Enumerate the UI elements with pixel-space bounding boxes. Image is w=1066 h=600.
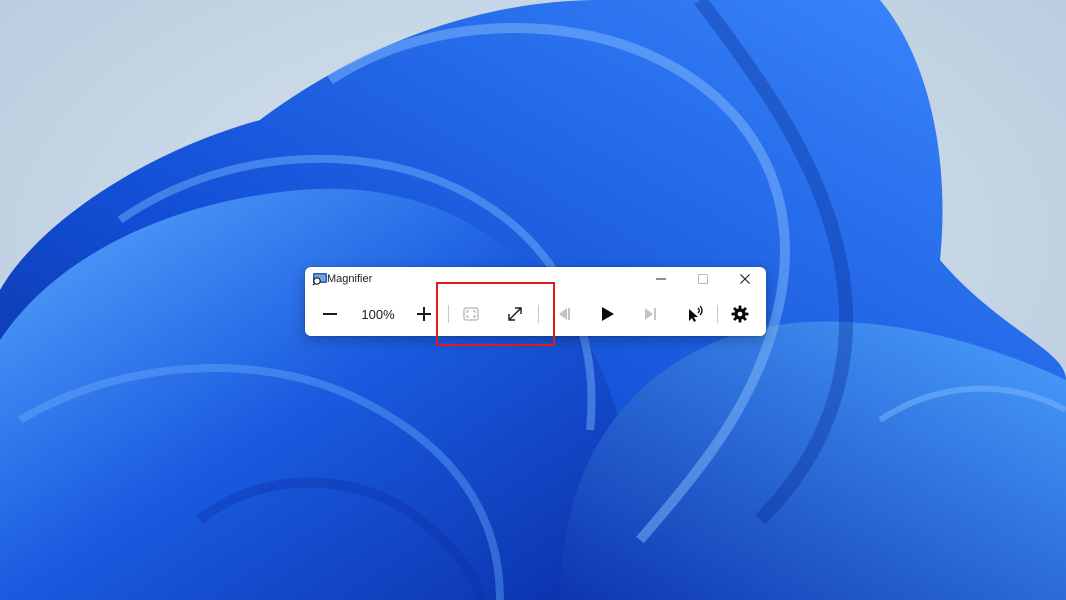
next-button[interactable]: [634, 298, 666, 330]
close-button[interactable]: [725, 267, 765, 291]
settings-button[interactable]: [724, 298, 756, 330]
close-icon: [740, 274, 750, 284]
zoom-level: 100%: [361, 306, 395, 322]
window-title: Magnifier: [327, 273, 373, 285]
toolbar-separator: [717, 305, 718, 323]
highlight-annotation-box: [436, 282, 555, 346]
pointer-speak-icon: [689, 305, 703, 322]
gear-icon: [731, 305, 749, 323]
previous-icon: [559, 308, 570, 320]
play-icon: [602, 307, 614, 321]
minimize-button[interactable]: [641, 267, 681, 291]
minimize-icon: [656, 278, 666, 280]
magnifier-app-icon: [312, 273, 327, 286]
zoom-out-button[interactable]: [314, 298, 346, 330]
next-icon: [645, 308, 656, 320]
read-from-here-button[interactable]: [679, 298, 711, 330]
minus-icon: [323, 313, 337, 315]
maximize-icon: [698, 274, 708, 284]
maximize-button[interactable]: [683, 267, 723, 291]
plus-icon: [417, 307, 431, 321]
play-button[interactable]: [591, 298, 623, 330]
